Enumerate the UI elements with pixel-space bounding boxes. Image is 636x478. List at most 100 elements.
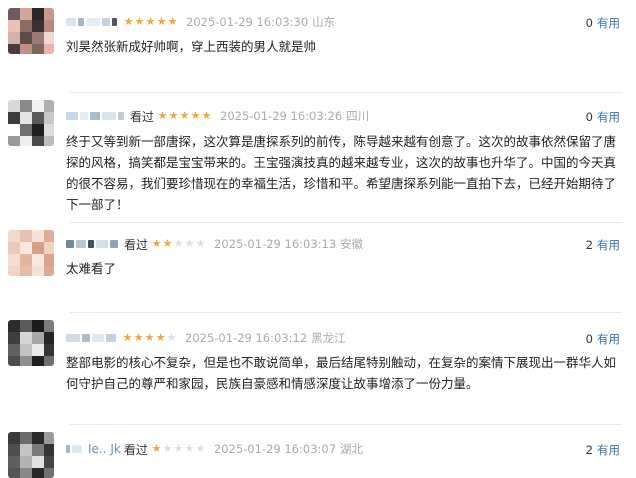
avatar-pixel	[32, 254, 44, 266]
avatar-pixel	[20, 444, 32, 456]
useful-button[interactable]: 有用	[597, 110, 620, 124]
review-time: 2025-01-29 16:03:30	[186, 15, 309, 29]
avatar-pixel	[20, 344, 32, 356]
review-time: 2025-01-29 16:03:13	[214, 237, 337, 251]
username-blurred[interactable]	[66, 237, 120, 251]
avatar-pixel	[32, 230, 44, 242]
avatar-pixel	[32, 100, 44, 112]
review-meta: Ie.. Jk 看过 ★ ★ ★ ★ ★ 2025-01-29 16:03:07 湖北	[66, 441, 363, 457]
star-icon: ★	[157, 109, 168, 122]
avatar[interactable]	[8, 230, 54, 276]
watch-status: 看过	[124, 237, 149, 252]
avatar[interactable]	[8, 432, 54, 478]
avatar-pixel	[44, 356, 54, 366]
avatar-pixel	[20, 230, 32, 242]
username-text[interactable]: Ie.. Jk	[88, 442, 121, 456]
avatar-pixel	[44, 320, 54, 332]
avatar-pixel	[32, 136, 44, 146]
avatar[interactable]	[8, 320, 54, 366]
review-time: 2025-01-29 16:03:12	[185, 331, 308, 345]
username-blur-block	[66, 240, 74, 248]
avatar-pixel	[32, 432, 44, 444]
review-divider	[70, 312, 622, 313]
avatar-pixel	[32, 344, 44, 356]
star-icon: ★	[155, 331, 166, 344]
avatar-pixel	[8, 344, 20, 356]
review-content: 太难看了	[66, 261, 117, 276]
star-icon: ★	[166, 331, 177, 344]
review-divider	[70, 92, 622, 93]
username-blur-block	[102, 112, 116, 120]
username-blur-block	[66, 445, 70, 453]
star-icon: ★	[190, 109, 201, 122]
watch-status: 看过	[130, 109, 155, 124]
review-location: 安徽	[340, 237, 364, 251]
review-location: 山东	[312, 15, 336, 29]
avatar-pixel	[20, 254, 32, 266]
avatar-pixel	[20, 266, 32, 276]
star-icon: ★	[162, 237, 173, 250]
avatar-pixel	[20, 20, 32, 32]
avatar-pixel	[8, 230, 20, 242]
avatar-pixel	[44, 124, 54, 136]
avatar[interactable]	[8, 100, 54, 146]
avatar-pixel	[20, 8, 32, 20]
useful-button[interactable]: 有用	[597, 238, 620, 252]
avatar-pixel	[44, 332, 54, 344]
avatar-pixel	[8, 20, 20, 32]
useful-button[interactable]: 有用	[597, 16, 620, 30]
useful-vote[interactable]: 2 有用	[586, 237, 620, 253]
username-blur-block	[102, 18, 110, 26]
avatar-pixel	[20, 32, 32, 44]
username-blur-block	[82, 334, 90, 342]
avatar-pixel	[8, 320, 20, 332]
useful-count: 0	[585, 16, 593, 30]
username-blur-block	[66, 334, 80, 342]
avatar-pixel	[32, 444, 44, 456]
useful-vote[interactable]: 2 有用	[586, 442, 620, 458]
avatar[interactable]	[8, 8, 54, 54]
avatar-pixel	[44, 230, 54, 242]
review-time: 2025-01-29 16:03:26	[220, 109, 343, 123]
useful-vote[interactable]: 0 有用	[586, 331, 620, 347]
avatar-pixel	[8, 266, 20, 276]
review-time: 2025-01-29 16:03:07	[213, 442, 337, 456]
avatar-pixel	[32, 112, 44, 124]
review-divider	[70, 424, 622, 425]
avatar-pixel	[20, 468, 32, 478]
username-blur-block	[90, 112, 100, 120]
avatar-pixel	[44, 32, 54, 44]
username-blur-block	[118, 112, 124, 120]
username-blurred[interactable]	[66, 331, 118, 345]
useful-count: 2	[585, 238, 593, 252]
avatar-pixel	[8, 242, 20, 254]
username-blurred[interactable]	[66, 15, 119, 29]
avatar-pixel	[8, 32, 20, 44]
star-icon: ★	[145, 15, 156, 28]
star-icon: ★	[173, 442, 184, 455]
avatar-pixel	[20, 432, 32, 444]
avatar-pixel	[44, 432, 54, 444]
star-icon: ★	[134, 15, 145, 28]
avatar-pixel	[8, 8, 20, 20]
useful-vote[interactable]: 0 有用	[586, 109, 620, 125]
useful-vote[interactable]: 0 有用	[586, 15, 620, 31]
username-blurred[interactable]	[66, 109, 126, 123]
avatar-pixel	[44, 254, 54, 266]
review-content: 整部电影的核心不复杂，但是也不敢说简单，最后结尾特别触动，在复杂的案情下展现出一…	[66, 355, 617, 391]
useful-count: 0	[585, 332, 593, 346]
avatar-pixel	[44, 266, 54, 276]
rating-stars: ★ ★ ★ ★ ★	[151, 443, 206, 455]
useful-button[interactable]: 有用	[597, 443, 620, 457]
avatar-pixel	[20, 136, 32, 146]
avatar-pixel	[8, 332, 20, 344]
username-blurred[interactable]	[66, 442, 84, 456]
rating-stars: ★ ★ ★ ★ ★	[123, 16, 178, 28]
avatar-pixel	[8, 432, 20, 444]
avatar-pixel	[44, 344, 54, 356]
avatar-pixel	[44, 444, 54, 456]
useful-button[interactable]: 有用	[597, 332, 620, 346]
avatar-pixel	[8, 136, 20, 146]
rating-stars: ★ ★ ★ ★ ★	[157, 110, 212, 122]
star-icon: ★	[179, 109, 190, 122]
